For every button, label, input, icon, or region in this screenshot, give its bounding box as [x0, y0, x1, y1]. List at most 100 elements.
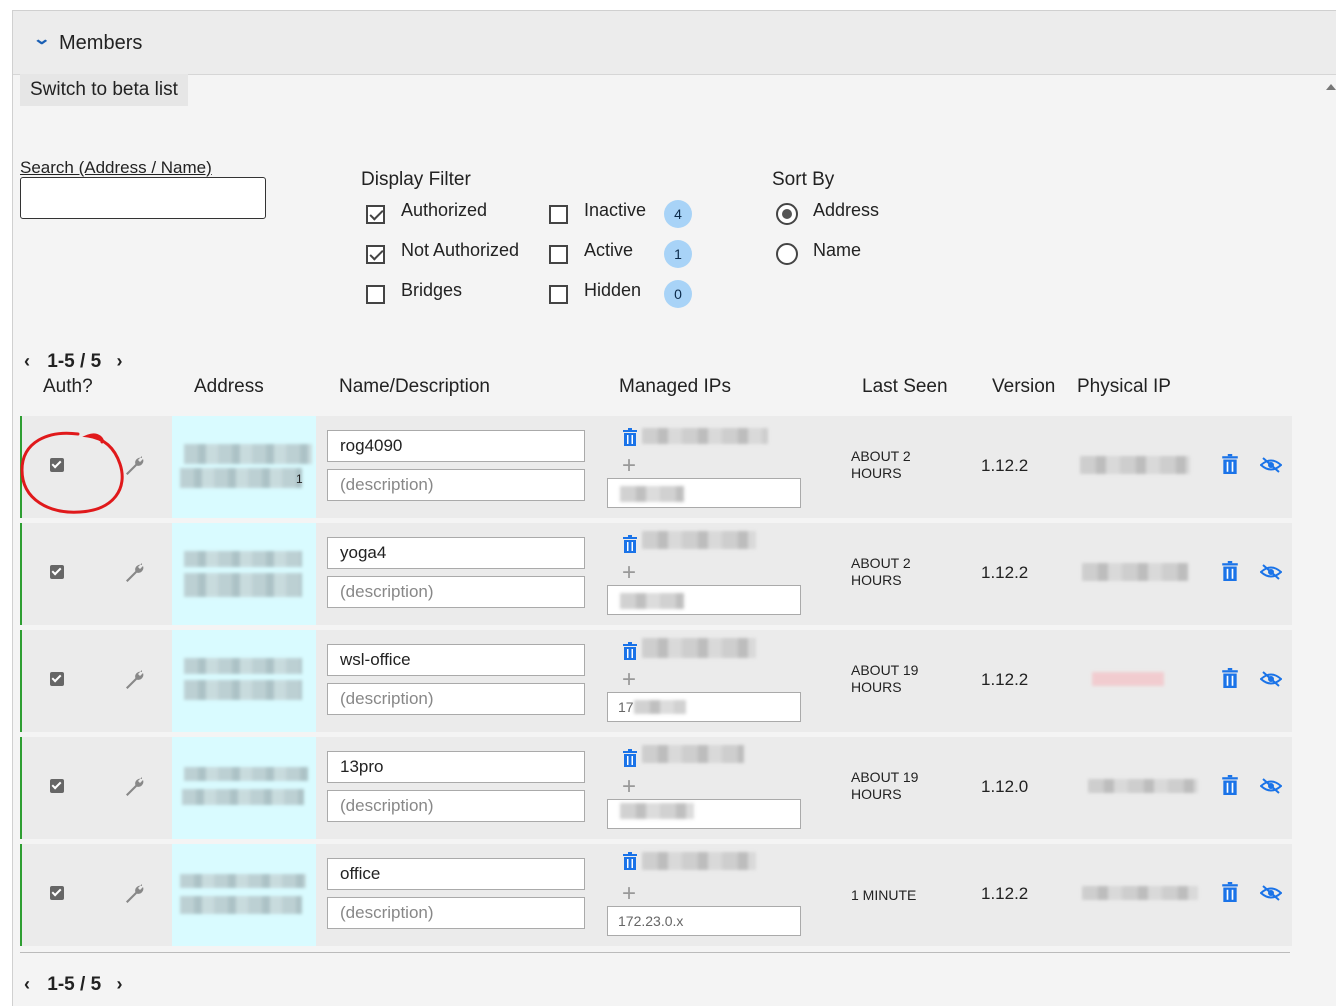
active-count-badge: 1	[664, 240, 692, 268]
last-seen-line-1: ABOUT 2	[851, 555, 911, 571]
prev-page-icon[interactable]: ‹	[24, 351, 30, 371]
filter-hidden-checkbox[interactable]	[549, 285, 568, 304]
plus-icon[interactable]: +	[622, 882, 636, 906]
last-seen-line-2: HOURS	[851, 572, 902, 588]
trash-icon[interactable]	[622, 749, 638, 767]
member-name-input[interactable]: office	[327, 858, 585, 890]
physical-ip-redacted	[1082, 563, 1188, 581]
plus-icon[interactable]: +	[622, 454, 636, 478]
hide-eye-icon[interactable]	[1260, 456, 1282, 474]
wrench-icon[interactable]	[122, 668, 146, 692]
managed-ip-redacted	[642, 638, 756, 658]
col-name: Name/Description	[339, 376, 490, 397]
managed-ip-input-redacted	[620, 486, 684, 502]
version: 1.12.2	[981, 456, 1029, 475]
member-description-input[interactable]: (description)	[327, 897, 585, 929]
member-description-input[interactable]: (description)	[327, 683, 585, 715]
wrench-icon[interactable]	[122, 882, 146, 906]
sort-address-radio[interactable]	[776, 203, 798, 225]
delete-member-icon[interactable]	[1221, 454, 1239, 474]
auth-checkbox[interactable]	[50, 886, 64, 900]
col-physical-ip: Physical IP	[1077, 376, 1171, 397]
hide-eye-icon[interactable]	[1260, 884, 1282, 902]
panel-header[interactable]: ⌄ Members	[13, 11, 1336, 75]
col-address: Address	[194, 376, 264, 397]
filter-active-label: Active	[584, 240, 634, 260]
address-suffix: 1	[296, 472, 303, 486]
next-page-icon[interactable]: ›	[116, 974, 122, 994]
plus-icon[interactable]: +	[622, 775, 636, 799]
pager-text: 1-5 / 5	[47, 351, 102, 372]
plus-icon[interactable]: +	[622, 561, 636, 585]
filter-active-checkbox[interactable]	[549, 245, 568, 264]
version: 1.12.2	[981, 563, 1029, 582]
version: 1.12.2	[981, 670, 1029, 689]
prev-page-icon[interactable]: ‹	[24, 974, 30, 994]
filter-authorized-checkbox[interactable]	[366, 205, 385, 224]
member-name-input[interactable]: yoga4	[327, 537, 585, 569]
member-description-input[interactable]: (description)	[327, 576, 585, 608]
plus-icon[interactable]: +	[622, 668, 636, 692]
sort-by-title: Sort By	[772, 169, 835, 190]
filter-bridges-checkbox[interactable]	[366, 285, 385, 304]
delete-member-icon[interactable]	[1221, 882, 1239, 902]
hide-eye-icon[interactable]	[1260, 563, 1282, 581]
next-page-icon[interactable]: ›	[116, 351, 122, 371]
col-version: Version	[992, 376, 1056, 397]
member-row: office (description) + 172.23.0.x 1 MINU…	[20, 844, 1292, 946]
scroll-up-icon[interactable]	[1326, 84, 1336, 90]
address-redacted	[184, 444, 312, 464]
address-cell	[172, 737, 316, 839]
physical-ip-redacted	[1080, 456, 1190, 474]
pager-bottom: ‹ 1-5 / 5 ›	[24, 974, 122, 996]
address-redacted	[184, 551, 302, 567]
filter-bridges-label: Bridges	[401, 280, 463, 300]
version: 1.12.2	[981, 884, 1029, 903]
trash-icon[interactable]	[622, 852, 638, 870]
auth-checkbox[interactable]	[50, 672, 64, 686]
chevron-down-icon[interactable]: ⌄	[32, 29, 51, 49]
address-redacted	[180, 896, 302, 914]
inactive-count-badge: 4	[664, 200, 692, 228]
search-input[interactable]	[20, 177, 266, 219]
last-seen: ABOUT 2 HOURS	[851, 448, 961, 482]
auth-checkbox[interactable]	[50, 565, 64, 579]
red-annotation-circle	[20, 431, 124, 514]
member-name-input[interactable]: 13pro	[327, 751, 585, 783]
managed-ip-redacted	[642, 745, 744, 763]
managed-ip-input[interactable]: 172.23.0.x	[607, 906, 801, 936]
wrench-icon[interactable]	[122, 775, 146, 799]
wrench-icon[interactable]	[122, 561, 146, 585]
last-seen-line-1: ABOUT 19	[851, 662, 919, 678]
last-seen-line-2: HOURS	[851, 786, 902, 802]
address-redacted	[184, 680, 302, 700]
filter-authorized-label: Authorized	[401, 200, 488, 220]
filter-not-authorized-checkbox[interactable]	[366, 245, 385, 264]
filter-inactive-checkbox[interactable]	[549, 205, 568, 224]
member-row: yoga4 (description) + ABOUT 2 HOURS 1.12.…	[20, 523, 1292, 625]
hide-eye-icon[interactable]	[1260, 777, 1282, 795]
sort-name-radio[interactable]	[776, 243, 798, 265]
address-redacted	[184, 767, 308, 781]
member-name-input[interactable]: rog4090	[327, 430, 585, 462]
search-label: Search (Address / Name)	[20, 158, 212, 177]
managed-ip-input-redacted	[620, 593, 684, 609]
display-filter-title: Display Filter	[361, 169, 471, 190]
member-description-input[interactable]: (description)	[327, 790, 585, 822]
member-name-input[interactable]: wsl-office	[327, 644, 585, 676]
pager-text: 1-5 / 5	[47, 974, 102, 995]
trash-icon[interactable]	[622, 428, 638, 446]
member-description-input[interactable]: (description)	[327, 469, 585, 501]
trash-icon[interactable]	[622, 535, 638, 553]
last-seen-line-1: ABOUT 19	[851, 769, 919, 785]
hide-eye-icon[interactable]	[1260, 670, 1282, 688]
delete-member-icon[interactable]	[1221, 668, 1239, 688]
switch-to-beta-button[interactable]: Switch to beta list	[20, 74, 188, 106]
delete-member-icon[interactable]	[1221, 775, 1239, 795]
auth-checkbox[interactable]	[50, 779, 64, 793]
sort-name-label: Name	[813, 240, 862, 260]
trash-icon[interactable]	[622, 642, 638, 660]
hidden-count-badge: 0	[664, 280, 692, 308]
last-seen: ABOUT 2 HOURS	[851, 555, 961, 589]
delete-member-icon[interactable]	[1221, 561, 1239, 581]
